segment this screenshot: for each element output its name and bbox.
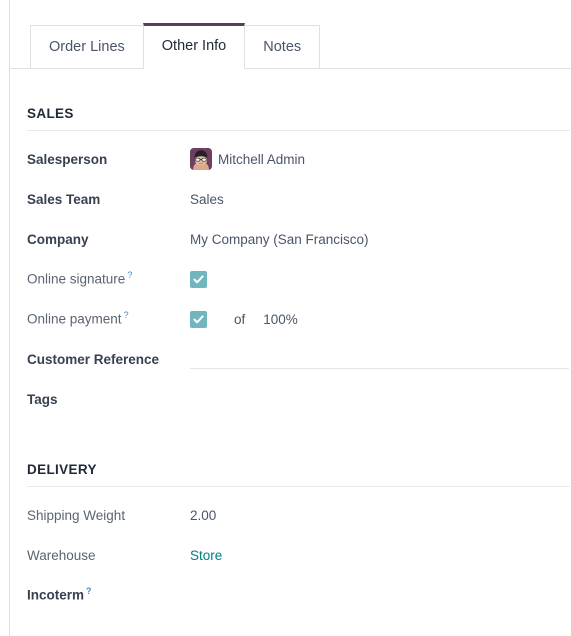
sales-team-value: Sales bbox=[190, 191, 224, 207]
tab-other-info-label: Other Info bbox=[161, 38, 227, 55]
help-tooltip-icon[interactable]: ? bbox=[86, 586, 92, 596]
online-signature-checkbox[interactable] bbox=[190, 270, 207, 288]
value-incoterm[interactable] bbox=[190, 585, 570, 605]
tab-other-info[interactable]: Other Info bbox=[142, 23, 246, 69]
sales-group: SALES Salesperson Mitchell Admin Sales T… bbox=[27, 106, 570, 419]
other-info-tab-panel: Order Lines Other Info Notes SALES Sales… bbox=[0, 0, 571, 636]
help-tooltip-icon[interactable]: ? bbox=[127, 270, 132, 280]
label-incoterm-text: Incoterm bbox=[27, 587, 85, 603]
tab-order-lines[interactable]: Order Lines bbox=[30, 25, 144, 69]
label-customer-reference: Customer Reference bbox=[27, 351, 160, 367]
label-online-payment: Online payment? bbox=[27, 311, 190, 327]
salesperson-name: Mitchell Admin bbox=[218, 151, 306, 167]
label-incoterm: Incoterm? bbox=[27, 587, 190, 603]
delivery-group: DELIVERY Shipping Weight 2.00 Warehouse … bbox=[27, 462, 570, 615]
help-tooltip-icon[interactable]: ? bbox=[124, 310, 129, 320]
value-company[interactable]: My Company (San Francisco) bbox=[190, 232, 570, 247]
row-incoterm: Incoterm? bbox=[27, 575, 570, 615]
prepayment-percent-value[interactable]: 100% bbox=[263, 312, 298, 327]
incoterm-field[interactable] bbox=[190, 585, 570, 605]
customer-reference-input[interactable] bbox=[190, 349, 569, 369]
row-customer-reference: Customer Reference bbox=[27, 339, 570, 379]
value-online-payment: of 100% bbox=[190, 310, 570, 328]
row-company: Company My Company (San Francisco) bbox=[27, 219, 570, 259]
tab-order-lines-label: Order Lines bbox=[49, 38, 125, 55]
form-sheet: SALES Salesperson Mitchell Admin Sales T… bbox=[10, 69, 571, 636]
label-company: Company bbox=[27, 231, 89, 247]
row-sales-team: Sales Team Sales bbox=[27, 179, 570, 219]
row-online-payment: Online payment? of 100% bbox=[27, 299, 570, 339]
tab-notes[interactable]: Notes bbox=[244, 25, 321, 69]
value-warehouse: Store bbox=[190, 548, 570, 563]
value-shipping-weight: 2.00 bbox=[190, 508, 570, 523]
delivery-section-title: DELIVERY bbox=[27, 462, 570, 487]
row-salesperson: Salesperson Mitchell Admin bbox=[27, 139, 570, 179]
value-customer-reference bbox=[190, 349, 570, 369]
label-salesperson: Salesperson bbox=[27, 151, 108, 167]
label-warehouse: Warehouse bbox=[27, 547, 96, 563]
sales-rows: Salesperson Mitchell Admin Sales Team Sa… bbox=[27, 139, 570, 419]
delivery-rows: Shipping Weight 2.00 Warehouse Store Inc… bbox=[27, 495, 570, 615]
avatar bbox=[190, 148, 212, 170]
of-label: of bbox=[234, 311, 246, 327]
shipping-weight-value: 2.00 bbox=[190, 507, 217, 523]
notebook-tabs: Order Lines Other Info Notes bbox=[10, 0, 571, 69]
online-payment-checkbox[interactable] bbox=[190, 310, 207, 328]
label-online-payment-text: Online payment bbox=[27, 311, 122, 327]
row-online-signature: Online signature? bbox=[27, 259, 570, 299]
warehouse-link[interactable]: Store bbox=[190, 548, 222, 563]
value-salesperson[interactable]: Mitchell Admin bbox=[190, 148, 570, 170]
tags-field[interactable] bbox=[190, 389, 570, 409]
label-shipping-weight: Shipping Weight bbox=[27, 507, 126, 523]
company-value: My Company (San Francisco) bbox=[190, 231, 369, 247]
label-online-signature: Online signature? bbox=[27, 271, 190, 287]
value-online-signature bbox=[190, 270, 570, 288]
value-tags[interactable] bbox=[190, 389, 570, 409]
tab-list: Order Lines Other Info Notes bbox=[30, 23, 321, 69]
sales-section-title: SALES bbox=[27, 106, 570, 131]
label-sales-team: Sales Team bbox=[27, 191, 101, 207]
label-tags: Tags bbox=[27, 391, 58, 407]
row-tags: Tags bbox=[27, 379, 570, 419]
row-warehouse: Warehouse Store bbox=[27, 535, 570, 575]
value-sales-team[interactable]: Sales bbox=[190, 192, 570, 207]
tab-notes-label: Notes bbox=[263, 38, 302, 55]
row-shipping-weight: Shipping Weight 2.00 bbox=[27, 495, 570, 535]
label-online-signature-text: Online signature bbox=[27, 271, 126, 287]
